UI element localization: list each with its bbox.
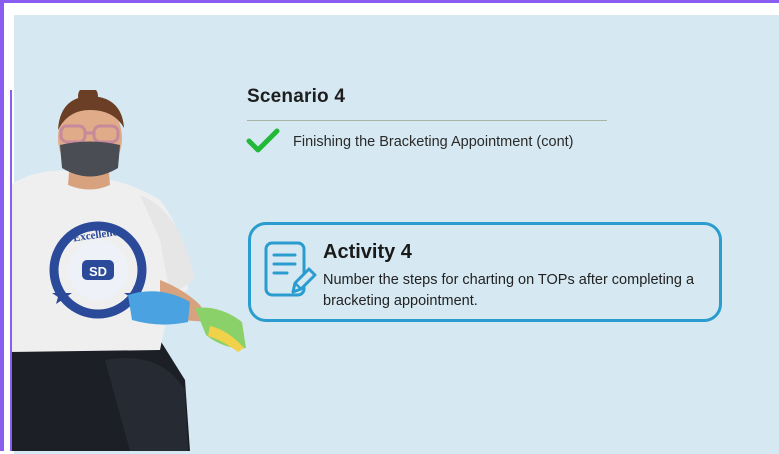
title-divider xyxy=(247,120,607,121)
activity-description: Number the steps for charting on TOPs af… xyxy=(323,272,695,309)
scenario-title: Scenario 4 xyxy=(247,86,346,107)
scenario-subtitle: Finishing the Bracketing Appointment (co… xyxy=(293,134,574,150)
presenter-photo: SD Excellence xyxy=(10,90,246,451)
document-edit-icon xyxy=(264,241,317,297)
checkmark-icon xyxy=(246,128,280,153)
activity-title: Activity 4 xyxy=(323,241,412,263)
shirt-logo-text: SD xyxy=(89,264,107,279)
